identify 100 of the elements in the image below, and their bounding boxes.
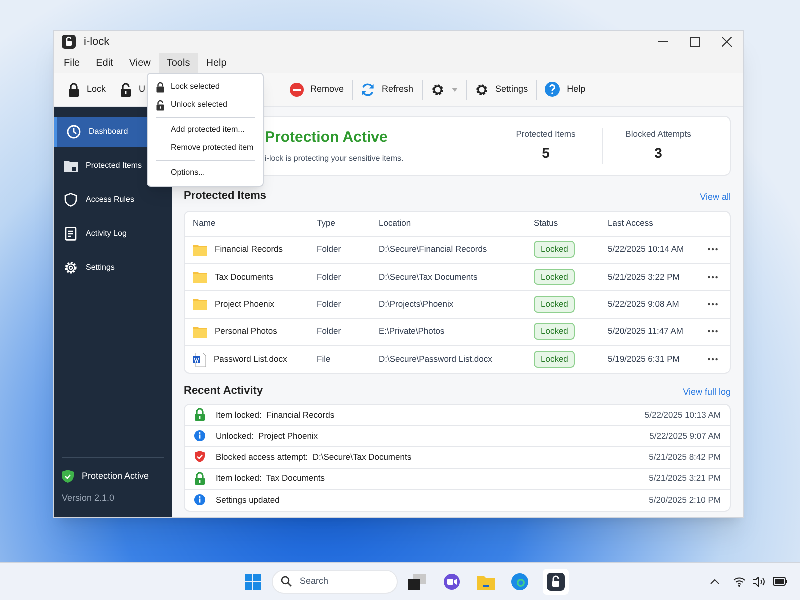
sidebar-item[interactable]: Settings bbox=[54, 253, 172, 283]
item-type: Folder bbox=[317, 325, 342, 338]
item-type: Folder bbox=[317, 243, 342, 256]
menu-item[interactable]: Edit bbox=[88, 53, 122, 73]
item-name: Project Phoenix bbox=[215, 298, 275, 311]
section-title: Protected Items bbox=[184, 189, 267, 204]
status-badge: Locked bbox=[534, 241, 576, 258]
activity-text: Unlocked: Project Phoenix bbox=[216, 430, 318, 443]
table-row[interactable]: Password List.docx File D:\Secure\Password List.docx Locked 5/19/2025 6:31 PM bbox=[185, 346, 730, 374]
activity-time: 5/22/2025 9:07 AM bbox=[650, 430, 721, 443]
gear-icon bbox=[474, 82, 489, 96]
padlock-icon bbox=[68, 82, 80, 96]
menu-item[interactable]: View bbox=[121, 53, 159, 73]
folder-icon bbox=[193, 298, 207, 310]
sidebar-item[interactable]: Access Rules bbox=[54, 185, 172, 215]
shield-check-icon bbox=[194, 450, 206, 464]
caret-icon bbox=[452, 88, 458, 92]
activity-text: Settings updated bbox=[216, 494, 280, 507]
stat-label: Protected Items bbox=[516, 128, 576, 140]
toolbar-button[interactable]: Refresh bbox=[355, 78, 420, 102]
activity-time: 5/21/2025 3:21 PM bbox=[649, 472, 721, 485]
item-location: D:\Projects\Phoenix bbox=[379, 298, 455, 311]
activity-time: 5/22/2025 10:13 AM bbox=[644, 408, 721, 422]
sidebar-item[interactable]: Activity Log bbox=[54, 219, 172, 249]
item-location: D:\Secure\Password List.docx bbox=[379, 353, 494, 366]
table-row[interactable]: Financial Records Folder D:\Secure\Financial Records Locked 5/22/2025 10:14 AM bbox=[185, 236, 730, 264]
info-icon bbox=[194, 429, 206, 444]
stat-value: 3 bbox=[654, 144, 662, 164]
chevron-up-icon[interactable] bbox=[710, 578, 720, 584]
more-options-icon[interactable] bbox=[708, 358, 718, 362]
word-document-icon bbox=[193, 352, 206, 367]
close-icon[interactable] bbox=[722, 37, 732, 47]
minus-circle-icon bbox=[290, 82, 304, 96]
app-lock-icon bbox=[62, 35, 76, 49]
padlock-icon bbox=[194, 472, 206, 486]
help-icon bbox=[545, 82, 560, 97]
shield-icon bbox=[64, 193, 78, 207]
status-badge: Locked bbox=[534, 296, 576, 313]
maximize-icon[interactable] bbox=[690, 37, 700, 47]
gear-icon bbox=[430, 82, 445, 96]
status-badge: Locked bbox=[534, 323, 576, 340]
protection-title: Protection Active bbox=[265, 128, 389, 148]
column-header: Type bbox=[317, 217, 336, 230]
protection-subtitle: i-lock is protecting your sensitive items. bbox=[265, 153, 404, 166]
folder-icon bbox=[193, 271, 207, 284]
toolbar-button[interactable]: Lock bbox=[62, 78, 112, 102]
stat-value: 5 bbox=[542, 144, 550, 164]
task-view-icon[interactable] bbox=[408, 574, 426, 590]
activity-time: 5/21/2025 8:42 PM bbox=[649, 451, 721, 464]
menu-item[interactable]: File bbox=[56, 53, 88, 73]
browser-icon[interactable] bbox=[511, 572, 529, 590]
more-options-icon[interactable] bbox=[708, 276, 718, 279]
toolbar-button[interactable]: Settings bbox=[468, 78, 534, 102]
more-options-icon[interactable] bbox=[708, 330, 718, 334]
last-access-time: 5/20/2025 11:47 AM bbox=[608, 325, 684, 338]
folder-icon bbox=[193, 326, 207, 338]
unlocked-padlock-icon bbox=[156, 100, 165, 110]
padlock-icon bbox=[156, 82, 165, 92]
item-location: D:\Secure\Financial Records bbox=[379, 243, 488, 256]
taskbar-search-field[interactable]: Search bbox=[272, 570, 398, 594]
column-header: Name bbox=[193, 217, 217, 230]
item-type: File bbox=[317, 353, 332, 366]
status-badge: Locked bbox=[534, 351, 576, 368]
toolbar-button[interactable]: Help bbox=[539, 78, 592, 102]
speaker-icon[interactable] bbox=[753, 576, 766, 586]
folder-icon[interactable] bbox=[477, 574, 495, 590]
view-full-log-link[interactable]: View full log bbox=[683, 386, 731, 400]
search-icon bbox=[281, 576, 292, 587]
view-all-link[interactable]: View all bbox=[700, 191, 731, 204]
last-access-time: 5/21/2025 3:22 PM bbox=[608, 270, 681, 284]
unlocked-padlock-icon bbox=[120, 82, 132, 96]
menu-item[interactable]: Lock selected bbox=[148, 78, 263, 96]
table-row[interactable]: Project Phoenix Folder D:\Projects\Phoenix Locked 5/22/2025 9:08 AM bbox=[185, 291, 730, 319]
video-chat-icon[interactable] bbox=[443, 572, 461, 590]
folder-icon bbox=[193, 244, 207, 256]
document-icon bbox=[64, 227, 78, 241]
activity-text: Item locked: Tax Documents bbox=[216, 472, 325, 485]
gear-icon bbox=[64, 261, 78, 275]
toolbar-button[interactable]: Remove bbox=[284, 78, 350, 102]
lock-app-taskbar-icon[interactable] bbox=[543, 568, 569, 594]
battery-icon[interactable] bbox=[773, 577, 788, 586]
menu-item[interactable]: Options... bbox=[148, 164, 263, 182]
start-icon[interactable] bbox=[245, 574, 261, 590]
activity-text: Item locked: Financial Records bbox=[216, 408, 335, 422]
column-header: Last Access bbox=[608, 217, 654, 230]
more-options-icon[interactable] bbox=[708, 302, 718, 306]
shield-check-icon bbox=[62, 470, 74, 484]
item-type: Folder bbox=[317, 270, 342, 284]
activity-text: Blocked access attempt: D:\Secure\Tax Documents bbox=[216, 451, 412, 464]
folder-icon bbox=[64, 159, 78, 173]
menu-item[interactable]: Help bbox=[198, 53, 235, 73]
activity-time: 5/20/2025 2:10 PM bbox=[649, 494, 721, 507]
last-access-time: 5/22/2025 9:08 AM bbox=[608, 298, 680, 311]
table-row[interactable]: Personal Photos Folder E:\Private\Photos Locked 5/20/2025 11:47 AM bbox=[185, 318, 730, 346]
menu-item[interactable]: Unlock selected bbox=[148, 96, 263, 114]
wifi-icon[interactable] bbox=[733, 576, 746, 586]
last-access-time: 5/19/2025 6:31 PM bbox=[608, 353, 681, 366]
menu-item[interactable]: Tools bbox=[158, 53, 198, 73]
table-row[interactable]: Tax Documents Folder D:\Secure\Tax Documents Locked 5/21/2025 3:22 PM bbox=[185, 264, 730, 292]
more-options-icon[interactable] bbox=[708, 248, 718, 252]
